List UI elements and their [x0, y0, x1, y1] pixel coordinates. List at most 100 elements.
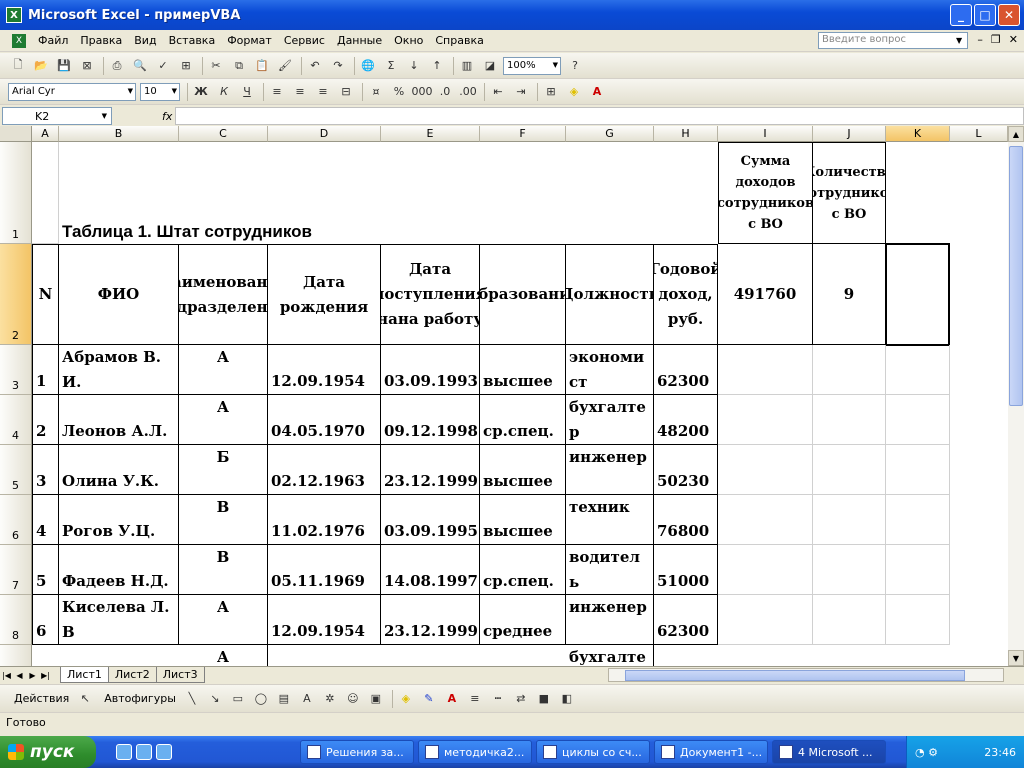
- cell-j8[interactable]: [813, 595, 886, 645]
- col-header-g[interactable]: G: [566, 126, 654, 142]
- media-player-icon[interactable]: [136, 744, 152, 760]
- header-income[interactable]: Годовой доход, руб.: [654, 244, 718, 345]
- cell-start-8[interactable]: 23.12.1999: [381, 595, 480, 645]
- actions-menu[interactable]: Действия: [8, 688, 75, 710]
- cell-n-6[interactable]: 4: [32, 495, 59, 545]
- increase-indent-icon[interactable]: ⇥: [511, 82, 531, 102]
- menu-data[interactable]: Данные: [331, 30, 388, 52]
- cell-fio-6[interactable]: Рогов У.Ц.: [59, 495, 179, 545]
- font-color-icon[interactable]: A: [587, 82, 607, 102]
- cell-n-4[interactable]: 2: [32, 395, 59, 445]
- permission-icon[interactable]: ⊠: [77, 56, 97, 76]
- print-preview-icon[interactable]: 🔍: [130, 56, 150, 76]
- diagram-icon[interactable]: ✲: [320, 689, 340, 709]
- cell-edu-8[interactable]: среднее: [480, 595, 566, 645]
- scroll-down-icon[interactable]: ▼: [1008, 650, 1024, 666]
- menu-file[interactable]: Файл: [32, 30, 74, 52]
- row-header-3[interactable]: 3: [0, 345, 32, 395]
- font-size-select[interactable]: 10 ▼: [140, 82, 180, 101]
- new-icon[interactable]: 🗋: [8, 56, 28, 76]
- col-header-k[interactable]: K: [886, 126, 950, 142]
- cell-fio-3[interactable]: Абрамов В.И.: [59, 345, 179, 395]
- undo-icon[interactable]: ↶: [305, 56, 325, 76]
- row-header-5[interactable]: 5: [0, 445, 32, 495]
- cell-i5[interactable]: [718, 445, 813, 495]
- cell-g9[interactable]: бухгалте: [566, 645, 654, 666]
- row-header-6[interactable]: 6: [0, 495, 32, 545]
- chart-wizard-icon[interactable]: ▥: [457, 56, 477, 76]
- header-dept[interactable]: Наименование подразделения: [179, 244, 268, 345]
- cell-c9[interactable]: А: [179, 645, 268, 666]
- sheet-title[interactable]: Таблица 1. Штат сотрудников: [62, 142, 462, 244]
- merge-center-icon[interactable]: ⊟: [336, 82, 356, 102]
- hyperlink-icon[interactable]: 🌐: [358, 56, 378, 76]
- sort-ascending-icon[interactable]: ↓: [404, 56, 424, 76]
- arrow-icon[interactable]: ↘: [205, 689, 225, 709]
- cell-k8[interactable]: [886, 595, 950, 645]
- cut-icon[interactable]: ✂: [206, 56, 226, 76]
- sheet-tab-1[interactable]: Лист1: [60, 667, 109, 683]
- cell-n-7[interactable]: 5: [32, 545, 59, 595]
- rectangle-icon[interactable]: ▭: [228, 689, 248, 709]
- align-center-icon[interactable]: ≡: [290, 82, 310, 102]
- paste-icon[interactable]: 📋: [252, 56, 272, 76]
- cell-income-3[interactable]: 62300: [654, 345, 718, 395]
- col-header-c[interactable]: C: [179, 126, 268, 142]
- cell-income-6[interactable]: 76800: [654, 495, 718, 545]
- cell-i3[interactable]: [718, 345, 813, 395]
- cell-fio-8[interactable]: Киселева Л.В: [59, 595, 179, 645]
- cell-pos-6[interactable]: техник: [566, 495, 654, 545]
- worksheet-grid[interactable]: A B C D E F G H I J K L 1 2 3 4 5 6 7 8 …: [0, 126, 1008, 666]
- line-icon[interactable]: ╲: [182, 689, 202, 709]
- minimize-button[interactable]: _: [950, 4, 972, 26]
- task-word-3[interactable]: Документ1 -...: [654, 740, 768, 764]
- underline-button[interactable]: Ч: [237, 82, 257, 102]
- sum-value-cell[interactable]: 491760: [718, 244, 813, 345]
- workbook-icon[interactable]: X: [12, 33, 26, 48]
- cell-a1[interactable]: [32, 142, 59, 244]
- question-input[interactable]: Введите вопрос: [818, 32, 968, 49]
- vertical-scroll-thumb[interactable]: [1009, 146, 1023, 406]
- shadow-icon[interactable]: ■: [534, 689, 554, 709]
- sum-header-cell[interactable]: Сумма доходов сотрудников с ВО: [718, 142, 813, 244]
- cell-fio-4[interactable]: Леонов А.Л.: [59, 395, 179, 445]
- formula-input[interactable]: [175, 107, 1024, 125]
- autosum-icon[interactable]: Σ: [381, 56, 401, 76]
- horizontal-scroll-thumb[interactable]: [625, 670, 965, 681]
- increase-decimal-icon[interactable]: .0: [435, 82, 455, 102]
- oval-icon[interactable]: ◯: [251, 689, 271, 709]
- cell-pos-7[interactable]: водитель: [566, 545, 654, 595]
- col-header-h[interactable]: H: [654, 126, 718, 142]
- sheet-tab-2[interactable]: Лист2: [107, 667, 157, 683]
- cell-dept-7[interactable]: В: [179, 545, 268, 595]
- cell-dept-6[interactable]: В: [179, 495, 268, 545]
- header-n[interactable]: N: [32, 244, 59, 345]
- percent-icon[interactable]: %: [389, 82, 409, 102]
- cell-i7[interactable]: [718, 545, 813, 595]
- cell-j4[interactable]: [813, 395, 886, 445]
- menu-help[interactable]: Справка: [429, 30, 489, 52]
- cell-k4[interactable]: [886, 395, 950, 445]
- cell-n-8[interactable]: 6: [32, 595, 59, 645]
- doc-close-icon[interactable]: ✕: [1009, 33, 1018, 46]
- cell-pos-3[interactable]: экономист: [566, 345, 654, 395]
- header-birth[interactable]: Дата рождения: [268, 244, 381, 345]
- format-painter-icon[interactable]: 🖌: [275, 56, 295, 76]
- cell-birth-7[interactable]: 05.11.1969: [268, 545, 381, 595]
- menu-format[interactable]: Формат: [221, 30, 278, 52]
- maximize-button[interactable]: □: [974, 4, 996, 26]
- menu-window[interactable]: Окно: [388, 30, 429, 52]
- row-header-2[interactable]: 2: [0, 244, 32, 345]
- active-cell-k2[interactable]: [885, 243, 950, 346]
- cell-birth-4[interactable]: 04.05.1970: [268, 395, 381, 445]
- cell-n-5[interactable]: 3: [32, 445, 59, 495]
- row-header-8[interactable]: 8: [0, 595, 32, 645]
- first-sheet-icon[interactable]: |◀: [0, 671, 13, 680]
- show-desktop-icon[interactable]: [156, 744, 172, 760]
- cell-j6[interactable]: [813, 495, 886, 545]
- col-header-l[interactable]: L: [950, 126, 1008, 142]
- cell-i8[interactable]: [718, 595, 813, 645]
- excel-app-icon[interactable]: X: [6, 7, 22, 23]
- cell-fio-7[interactable]: Фадеев Н.Д.: [59, 545, 179, 595]
- header-edu[interactable]: Образование: [480, 244, 566, 345]
